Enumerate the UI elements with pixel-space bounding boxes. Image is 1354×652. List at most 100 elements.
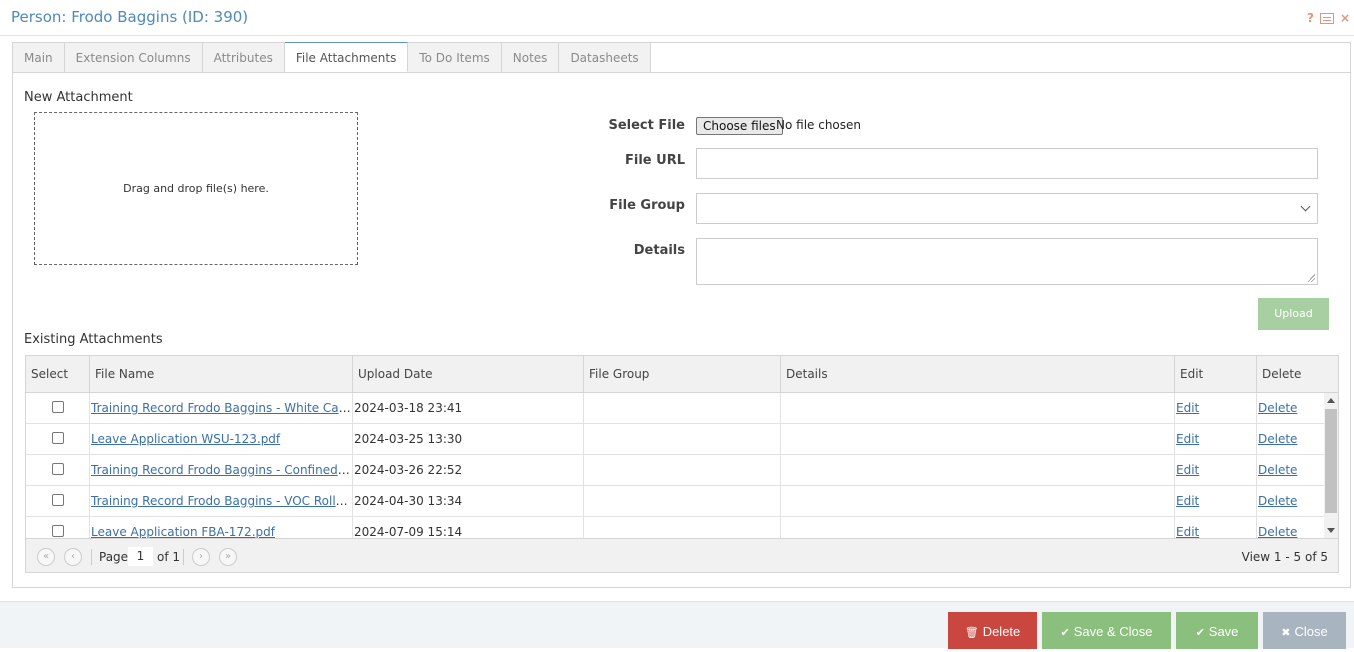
upload-button[interactable]: Upload (1258, 298, 1329, 330)
scroll-up-icon[interactable] (1327, 398, 1335, 403)
file-name-link[interactable]: Leave Application WSU-123.pdf (91, 432, 280, 446)
grid-body: Training Record Frodo Baggins - White Ca… (26, 393, 1324, 538)
chevron-down-icon (1300, 201, 1311, 212)
delete-link[interactable]: Delete (1258, 432, 1297, 446)
delete-button-label: Delete (982, 624, 1021, 639)
tab-to-do-items[interactable]: To Do Items (408, 43, 502, 73)
details-cell (781, 517, 1175, 538)
col-header-details[interactable]: Details (781, 356, 1175, 393)
col-header-select[interactable]: Select (26, 356, 90, 393)
edit-cell: Edit (1175, 455, 1257, 485)
edit-link[interactable]: Edit (1176, 432, 1199, 446)
tab-datasheets[interactable]: Datasheets (559, 43, 651, 73)
list-icon[interactable] (1319, 12, 1334, 24)
edit-link[interactable]: Edit (1176, 525, 1199, 538)
select-cell (26, 455, 90, 485)
file-group-label: File Group (609, 198, 685, 213)
prev-page-icon[interactable]: ‹ (64, 548, 82, 566)
delete-link[interactable]: Delete (1258, 401, 1297, 415)
grid-header: Select File Name Upload Date File Group … (26, 356, 1338, 393)
file-name-cell: Training Record Frodo Baggins - Confined… (90, 455, 353, 485)
delete-cell: Delete (1257, 424, 1324, 454)
grid-pager: « ‹ Page 1 of 1 › » View 1 - 5 of 5 (26, 538, 1338, 572)
edit-link[interactable]: Edit (1176, 494, 1199, 508)
page-number-input[interactable]: 1 (128, 547, 153, 566)
details-cell (781, 486, 1175, 516)
view-range-text: View 1 - 5 of 5 (1241, 550, 1328, 564)
upload-date-cell: 2024-03-18 23:41 (353, 393, 584, 423)
col-header-edit[interactable]: Edit (1175, 356, 1257, 393)
select-cell (26, 393, 90, 423)
col-header-file-group[interactable]: File Group (584, 356, 781, 393)
last-page-icon[interactable]: » (219, 548, 237, 566)
row-checkbox[interactable] (52, 525, 64, 537)
close-button[interactable]: ✖ Close (1263, 612, 1346, 649)
details-label: Details (633, 243, 685, 258)
tab-main[interactable]: Main (13, 43, 65, 73)
check-icon: ✔ (1060, 627, 1070, 639)
scroll-down-icon[interactable] (1327, 528, 1335, 533)
file-name-link[interactable]: Leave Application FBA-172.pdf (91, 525, 275, 538)
scroll-thumb[interactable] (1325, 409, 1337, 513)
dialog-footer: 🗑 Delete ✔ Save & Close ✔ Save ✖ Close (0, 601, 1354, 649)
save-close-button[interactable]: ✔ Save & Close (1042, 612, 1171, 649)
edit-cell: Edit (1175, 486, 1257, 516)
first-page-icon[interactable]: « (37, 548, 55, 566)
file-name-cell: Training Record Frodo Baggins - White Ca… (90, 393, 353, 423)
row-checkbox[interactable] (52, 432, 64, 444)
trash-icon: 🗑 (964, 627, 979, 639)
tab-attributes[interactable]: Attributes (202, 43, 285, 73)
file-name-link[interactable]: Training Record Frodo Baggins - VOC Roll… (91, 494, 352, 508)
tab-file-attachments[interactable]: File Attachments (284, 42, 409, 72)
file-group-cell (584, 486, 781, 516)
new-attachment-heading: New Attachment (24, 90, 133, 105)
save-button[interactable]: ✔ Save (1176, 612, 1258, 649)
save-button-label: Save (1208, 624, 1239, 639)
help-icon[interactable]: ? (1307, 11, 1314, 25)
delete-link[interactable]: Delete (1258, 525, 1297, 538)
row-checkbox[interactable] (52, 463, 64, 475)
delete-cell: Delete (1257, 486, 1324, 516)
delete-link[interactable]: Delete (1258, 494, 1297, 508)
file-name-link[interactable]: Training Record Frodo Baggins - White Ca… (91, 401, 352, 415)
edit-link[interactable]: Edit (1176, 401, 1199, 415)
table-row: Training Record Frodo Baggins - Confined… (26, 455, 1324, 486)
details-textarea[interactable] (696, 238, 1318, 285)
pager-divider (183, 549, 184, 565)
file-url-label: File URL (625, 153, 685, 168)
choose-files-button[interactable]: Choose files (696, 117, 783, 135)
close-icon[interactable]: × (1340, 11, 1350, 25)
row-checkbox[interactable] (52, 494, 64, 506)
grid-scrollbar[interactable] (1324, 393, 1338, 538)
tab-extension-columns[interactable]: Extension Columns (64, 43, 203, 73)
page-count-label: of 1 (157, 550, 181, 564)
attachments-grid: Select File Name Upload Date File Group … (25, 355, 1339, 573)
select-file-label: Select File (608, 118, 685, 133)
delete-cell: Delete (1257, 517, 1324, 538)
next-page-icon[interactable]: › (192, 548, 210, 566)
select-cell (26, 517, 90, 538)
delete-link[interactable]: Delete (1258, 463, 1297, 477)
select-cell (26, 424, 90, 454)
upload-date-cell: 2024-03-25 13:30 (353, 424, 584, 454)
col-header-upload-date[interactable]: Upload Date (353, 356, 584, 393)
table-row: Training Record Frodo Baggins - VOC Roll… (26, 486, 1324, 517)
close-button-label: Close (1294, 624, 1328, 639)
row-checkbox[interactable] (52, 401, 64, 413)
col-header-file-name[interactable]: File Name (90, 356, 353, 393)
tab-notes[interactable]: Notes (501, 43, 560, 73)
edit-cell: Edit (1175, 393, 1257, 423)
file-group-select[interactable] (696, 193, 1318, 224)
page-label: Page (99, 550, 129, 564)
details-cell (781, 393, 1175, 423)
delete-cell: Delete (1257, 455, 1324, 485)
file-url-input[interactable] (696, 148, 1318, 179)
edit-link[interactable]: Edit (1176, 463, 1199, 477)
window-title: Person: Frodo Baggins (ID: 390) (11, 8, 249, 26)
col-header-delete[interactable]: Delete (1257, 356, 1338, 393)
resize-grip-icon[interactable] (1307, 274, 1315, 282)
file-dropzone[interactable]: Drag and drop file(s) here. (34, 112, 358, 265)
delete-button[interactable]: 🗑 Delete (948, 612, 1037, 649)
file-name-link[interactable]: Training Record Frodo Baggins - Confined… (91, 463, 352, 477)
window-controls: ? × (1307, 11, 1350, 25)
